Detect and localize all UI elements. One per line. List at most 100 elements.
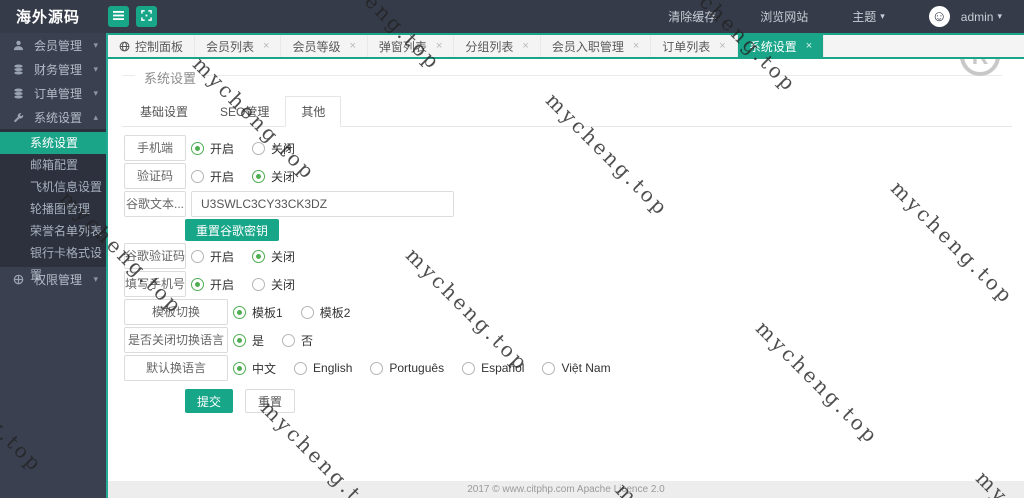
navbar-item-theme[interactable]: 主题 ▾ <box>830 8 907 25</box>
database-icon <box>13 64 28 75</box>
form-row-template-switch: 模板切换 模板1 模板2 <box>124 299 1012 325</box>
radio-circle-icon <box>191 277 204 291</box>
radio-option-fill-phone-1[interactable]: 关闭 <box>252 276 295 293</box>
radio-option-template-switch-0[interactable]: 模板1 <box>233 304 283 321</box>
radio-option-mobile-1[interactable]: 关闭 <box>252 140 295 157</box>
app-logo: 海外源码 <box>16 9 81 26</box>
radio-option-default-language-1[interactable]: English <box>294 361 352 375</box>
sidebar-item-label: 财务管理 <box>34 62 83 77</box>
navbar-right: 清除缓存 浏览网站 主题 ▾ ☺ admin ▾ <box>646 6 1024 27</box>
submit-button[interactable]: 提交 <box>185 389 234 413</box>
sidebar-subitem-honor-list[interactable]: 荣誉名单列表 <box>0 220 106 242</box>
radio-option-label: Português <box>389 361 445 375</box>
close-icon[interactable]: × <box>522 40 528 52</box>
footer-text: 2017 © www.citphp.com Apache Licence 2.0 <box>467 484 665 495</box>
navbar-item-browse-site[interactable]: 浏览网站 <box>738 8 830 25</box>
subtab-other[interactable]: 其他 <box>285 96 342 127</box>
field-label-fill-phone: 填写手机号 <box>124 271 186 297</box>
sidebar-item-system[interactable]: 系统设置 ▴ <box>0 105 106 129</box>
close-icon[interactable]: × <box>633 40 639 52</box>
close-icon[interactable]: × <box>806 40 812 52</box>
sidebar-subitem-carousel[interactable]: 轮播图管理 <box>0 198 106 220</box>
radio-option-fill-phone-0[interactable]: 开启 <box>191 276 234 293</box>
navbar-item-label: 清除缓存 <box>668 10 717 24</box>
radio-option-default-language-2[interactable]: Português <box>370 361 444 375</box>
settings-subtabs: 基础设置 SEO管理 其他 <box>122 95 1012 127</box>
radio-option-label: 开启 <box>210 277 235 292</box>
radio-option-google-captcha-1[interactable]: 关闭 <box>252 248 295 265</box>
form-row-default-language: 默认换语言 中文 English Português Español Việt Nam <box>124 355 1012 381</box>
sidebar-subitem-email-config[interactable]: 邮箱配置 <box>0 154 106 176</box>
avatar: ☺ <box>928 6 950 27</box>
sidebar-item-permissions[interactable]: 权限管理 ▾ <box>0 267 106 291</box>
navbar-item-clear-cache[interactable]: 清除缓存 <box>646 8 738 25</box>
toggle-sidebar-button[interactable] <box>108 6 129 27</box>
radio-option-default-language-3[interactable]: Español <box>462 361 524 375</box>
radio-option-google-captcha-0[interactable]: 开启 <box>191 248 234 265</box>
sidebar-subitem-system-settings[interactable]: 系统设置 <box>0 132 106 154</box>
radio-option-label: 关闭 <box>271 277 296 292</box>
radio-option-mobile-0[interactable]: 开启 <box>191 140 234 157</box>
navbar-item-admin-user[interactable]: ☺ admin ▾ <box>907 6 1024 27</box>
sidebar-item-label: 权限管理 <box>34 272 83 287</box>
sidebar-subitem-flight-info[interactable]: 飞机信息设置 <box>0 176 106 198</box>
tab-system-settings[interactable]: 系统设置 × <box>737 35 825 57</box>
tab-member-level[interactable]: 会员等级 × <box>281 35 368 57</box>
subtab-basic[interactable]: 基础设置 <box>124 96 204 127</box>
radio-option-label: 关闭 <box>271 249 296 264</box>
radio-circle-icon <box>370 361 384 375</box>
sidebar-item-label: 会员管理 <box>34 38 83 53</box>
sidebar-submenu-system: 系统设置 邮箱配置 飞机信息设置 轮播图管理 荣誉名单列表 银行卡格式设置 <box>0 129 106 282</box>
radio-option-close-lang-switch-1[interactable]: 否 <box>282 332 313 349</box>
radio-option-label: 是 <box>252 333 265 348</box>
tab-member-onboarding[interactable]: 会员入职管理 × <box>540 35 652 57</box>
tab-order-list[interactable]: 订单列表 × <box>651 35 738 57</box>
sidebar-subitem-bank-card-format[interactable]: 银行卡格式设置 <box>0 242 106 282</box>
page-title: 系统设置 <box>135 68 206 87</box>
radio-option-default-language-0[interactable]: 中文 <box>233 360 276 377</box>
sidebar-item-label: 系统设置 <box>34 110 83 125</box>
radio-circle-icon <box>462 361 476 375</box>
radio-circle-icon <box>191 169 204 183</box>
close-icon[interactable]: × <box>349 40 355 52</box>
radio-option-close-lang-switch-0[interactable]: 是 <box>233 332 264 349</box>
radio-circle-icon <box>252 249 266 263</box>
sidebar-item-orders[interactable]: 订单管理 ▾ <box>0 81 106 105</box>
close-icon[interactable]: × <box>263 40 269 52</box>
close-icon[interactable]: × <box>436 40 442 52</box>
chevron-down-icon: ▾ <box>880 11 885 21</box>
radio-option-label: 中文 <box>252 361 277 376</box>
radio-option-captcha-0[interactable]: 开启 <box>191 168 234 185</box>
google-secret-input[interactable] <box>191 191 454 217</box>
tab-popup-list[interactable]: 弹窗列表 × <box>367 35 455 57</box>
radio-option-captcha-1[interactable]: 关闭 <box>252 168 295 185</box>
chevron-down-icon: ▾ <box>93 273 98 284</box>
radio-option-default-language-4[interactable]: Việt Nam <box>542 361 611 375</box>
radio-option-label: Việt Nam <box>561 361 611 375</box>
hamburger-icon <box>113 9 124 24</box>
tab-label: 会员等级 <box>292 39 341 54</box>
content-top-border <box>108 57 1024 59</box>
radio-option-template-switch-1[interactable]: 模板2 <box>300 304 350 321</box>
tab-group-list[interactable]: 分组列表 × <box>454 35 541 57</box>
sidebar-item-finance[interactable]: 财务管理 ▾ <box>0 57 106 81</box>
tab-member-list[interactable]: 会员列表 × <box>195 35 282 57</box>
radio-option-label: 模板1 <box>252 305 283 320</box>
radio-option-label: English <box>313 361 353 375</box>
subtab-seo[interactable]: SEO管理 <box>204 96 285 127</box>
close-icon[interactable]: × <box>719 40 725 52</box>
radio-circle-icon <box>252 277 266 291</box>
reset-google-key-button[interactable]: 重置谷歌密钥 <box>185 219 280 241</box>
tab-dashboard[interactable]: 控制面板 <box>108 35 196 57</box>
reset-button[interactable]: 重置 <box>245 389 296 413</box>
field-label-template-switch: 模板切换 <box>124 299 228 325</box>
globe-icon <box>119 41 130 52</box>
form-row-reset-google-key: 重置谷歌密钥 <box>185 219 1012 241</box>
radio-circle-icon <box>191 141 204 155</box>
tab-label: 会员列表 <box>206 39 255 54</box>
navbar-item-label: 浏览网站 <box>760 10 809 24</box>
fullscreen-button[interactable] <box>136 6 157 27</box>
sidebar-item-members[interactable]: 会员管理 ▾ <box>0 33 106 57</box>
tab-label: 会员入职管理 <box>551 39 624 54</box>
field-label-mobile: 手机端 <box>124 135 186 161</box>
